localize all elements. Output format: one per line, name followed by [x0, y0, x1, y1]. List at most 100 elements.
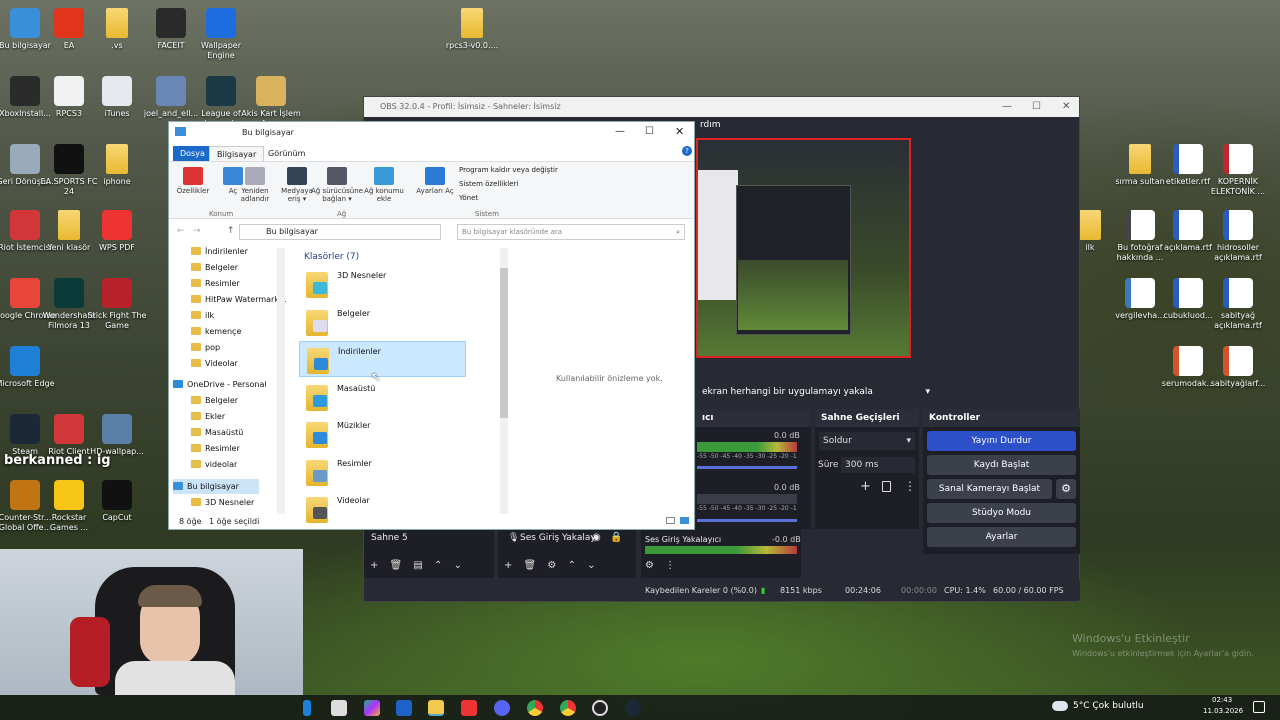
- content-scrollbar[interactable]: [500, 248, 508, 514]
- nav-item[interactable]: videolar: [191, 457, 237, 472]
- tiles-view-icon[interactable]: [680, 517, 689, 524]
- transition-select[interactable]: Soldur ▾: [819, 432, 915, 450]
- folder-item[interactable]: Resimler: [299, 454, 466, 490]
- desktop-icon[interactable]: HD-wallpap...: [85, 414, 149, 457]
- explorer-minimize-button[interactable]: —: [615, 126, 625, 137]
- wps-icon[interactable]: [461, 700, 477, 716]
- file-explorer-icon[interactable]: [428, 700, 444, 716]
- section-header[interactable]: Klasörler (7): [304, 252, 359, 262]
- nav-item[interactable]: İndirilenler: [191, 244, 248, 259]
- desktop-icon[interactable]: Microsoft Edge: [0, 346, 57, 389]
- folder-item[interactable]: Belgeler: [299, 304, 466, 340]
- steam-icon[interactable]: [625, 700, 641, 716]
- ribbon-button[interactable]: Ağ sürücüsüne bağlan ▾: [311, 167, 363, 203]
- obs-minimize-button[interactable]: —: [1002, 97, 1012, 117]
- nav-item[interactable]: 3D Nesneler: [191, 495, 254, 510]
- desktop-icon[interactable]: CapCut: [85, 480, 149, 523]
- desktop-icon[interactable]: rpcs3-v0.0....: [440, 8, 504, 51]
- nav-item[interactable]: Belgeler: [191, 260, 238, 275]
- search-input[interactable]: Bu bilgisayar klasöründe ara ⌕: [457, 224, 685, 240]
- weather-text[interactable]: 5°C Çok bulutlu: [1073, 701, 1144, 711]
- desktop-icon[interactable]: Stick Fight The Game: [85, 278, 149, 331]
- address-bar[interactable]: Bu bilgisayar: [239, 224, 441, 240]
- back-button[interactable]: ←: [177, 226, 185, 236]
- tab-file[interactable]: Dosya: [173, 146, 212, 161]
- tab-computer[interactable]: Bilgisayar: [209, 146, 265, 161]
- stop-streaming-button[interactable]: Yayını Durdur: [927, 431, 1076, 451]
- nav-item[interactable]: HitPaw Watermark...: [191, 292, 287, 307]
- nav-item[interactable]: Videolar: [191, 356, 238, 371]
- details-view-icon[interactable]: [666, 517, 675, 524]
- clock-date[interactable]: 11.03.2026: [1203, 707, 1243, 715]
- source-item[interactable]: Ses Giriş Yakalayı: [520, 533, 598, 543]
- desktop-icon[interactable]: iphone: [85, 144, 149, 187]
- ribbon-link-manage[interactable]: Yönet: [459, 194, 478, 202]
- nav-item[interactable]: Belgeler: [191, 393, 238, 408]
- mixer-volume-slider-1[interactable]: [697, 466, 797, 469]
- folder-item[interactable]: 3D Nesneler: [299, 266, 466, 302]
- desktop-file-icon[interactable]: KOPERNİK ELEKTONİK ...: [1206, 144, 1270, 197]
- desktop-file-icon[interactable]: sabityağ açıklama.rtf: [1206, 278, 1270, 331]
- add-transition-button[interactable]: +: [860, 479, 871, 494]
- eye-icon[interactable]: ◉: [592, 532, 601, 543]
- duration-input[interactable]: 300 ms: [841, 457, 915, 473]
- up-button[interactable]: ↑: [227, 226, 235, 236]
- nav-item[interactable]: Ekler: [191, 409, 225, 424]
- tab-view[interactable]: Görünüm: [261, 146, 312, 161]
- obs-preview[interactable]: [696, 138, 911, 358]
- gear-icon[interactable]: ⚙: [1056, 479, 1076, 499]
- ribbon-link-system-props[interactable]: Sistem özellikleri: [459, 180, 518, 188]
- desktop-file-icon[interactable]: sabityağlarf...: [1206, 346, 1270, 389]
- nav-item[interactable]: ilk: [191, 308, 214, 323]
- folder-item[interactable]: Videolar: [299, 491, 466, 527]
- nav-item[interactable]: Bu bilgisayar: [173, 479, 259, 494]
- ribbon-link-uninstall[interactable]: Program kaldır veya değiştir: [459, 166, 558, 174]
- chrome-icon[interactable]: [527, 700, 543, 716]
- obs-icon[interactable]: [592, 700, 608, 716]
- desktop-icon[interactable]: WPS PDF: [85, 210, 149, 253]
- mixer-volume-slider-2[interactable]: [697, 519, 797, 522]
- forward-button[interactable]: →: [193, 226, 201, 236]
- outlook-icon[interactable]: [396, 700, 412, 716]
- ribbon-button[interactable]: Ağ konumu ekle: [364, 167, 404, 203]
- desktop-file-icon[interactable]: hidrosoller açıklama.rtf: [1206, 210, 1270, 263]
- ribbon-button[interactable]: Yeniden adlandır: [235, 167, 275, 203]
- ribbon-button[interactable]: Ayarları Aç: [415, 167, 455, 195]
- copilot-icon[interactable]: [364, 700, 380, 716]
- folder-item[interactable]: İndirilenler: [299, 341, 466, 377]
- obs-maximize-button[interactable]: ☐: [1032, 97, 1041, 117]
- folder-item[interactable]: Müzikler: [299, 416, 466, 452]
- weather-icon: [1052, 701, 1068, 711]
- store-icon[interactable]: [331, 700, 347, 716]
- help-icon[interactable]: ?: [682, 146, 692, 156]
- nav-item[interactable]: kemençe: [191, 324, 241, 339]
- edge-icon[interactable]: [303, 700, 311, 716]
- studio-mode-button[interactable]: Stüdyo Modu: [927, 503, 1076, 523]
- settings-button[interactable]: Ayarlar: [927, 527, 1076, 547]
- nav-scrollbar[interactable]: [277, 248, 285, 514]
- lock-icon[interactable]: 🔒: [610, 532, 622, 543]
- start-virtual-camera-button[interactable]: Sanal Kamerayı Başlat: [927, 479, 1052, 499]
- nav-item[interactable]: Resimler: [191, 441, 240, 456]
- notification-icon[interactable]: [1253, 701, 1265, 713]
- file-icon: [1125, 278, 1155, 308]
- explorer-maximize-button[interactable]: ☐: [645, 126, 654, 137]
- scene-item[interactable]: Sahne 5: [371, 533, 408, 543]
- desktop-icon[interactable]: Wallpaper Engine: [189, 8, 253, 61]
- nav-item[interactable]: OneDrive - Personal: [173, 377, 267, 392]
- capture-source-select[interactable]: ekran herhangi bir uygulamayı yakala ▾: [696, 382, 936, 402]
- delete-transition-button[interactable]: [882, 481, 891, 492]
- discord-icon[interactable]: [494, 700, 510, 716]
- transition-menu-button[interactable]: ⋮: [904, 479, 916, 493]
- obs-close-button[interactable]: ✕: [1062, 97, 1070, 117]
- ribbon-button[interactable]: Özellikler: [173, 167, 213, 195]
- nav-item[interactable]: Resimler: [191, 276, 240, 291]
- start-recording-button[interactable]: Kaydı Başlat: [927, 455, 1076, 475]
- nav-item[interactable]: pop: [191, 340, 220, 355]
- nav-item[interactable]: Masaüstü: [191, 425, 243, 440]
- chrome-profile-icon[interactable]: [560, 700, 576, 716]
- scrollbar-thumb[interactable]: [500, 268, 508, 418]
- explorer-close-button[interactable]: ✕: [675, 125, 684, 138]
- clock-time[interactable]: 02:43: [1212, 696, 1232, 704]
- folder-item[interactable]: Masaüstü: [299, 379, 466, 415]
